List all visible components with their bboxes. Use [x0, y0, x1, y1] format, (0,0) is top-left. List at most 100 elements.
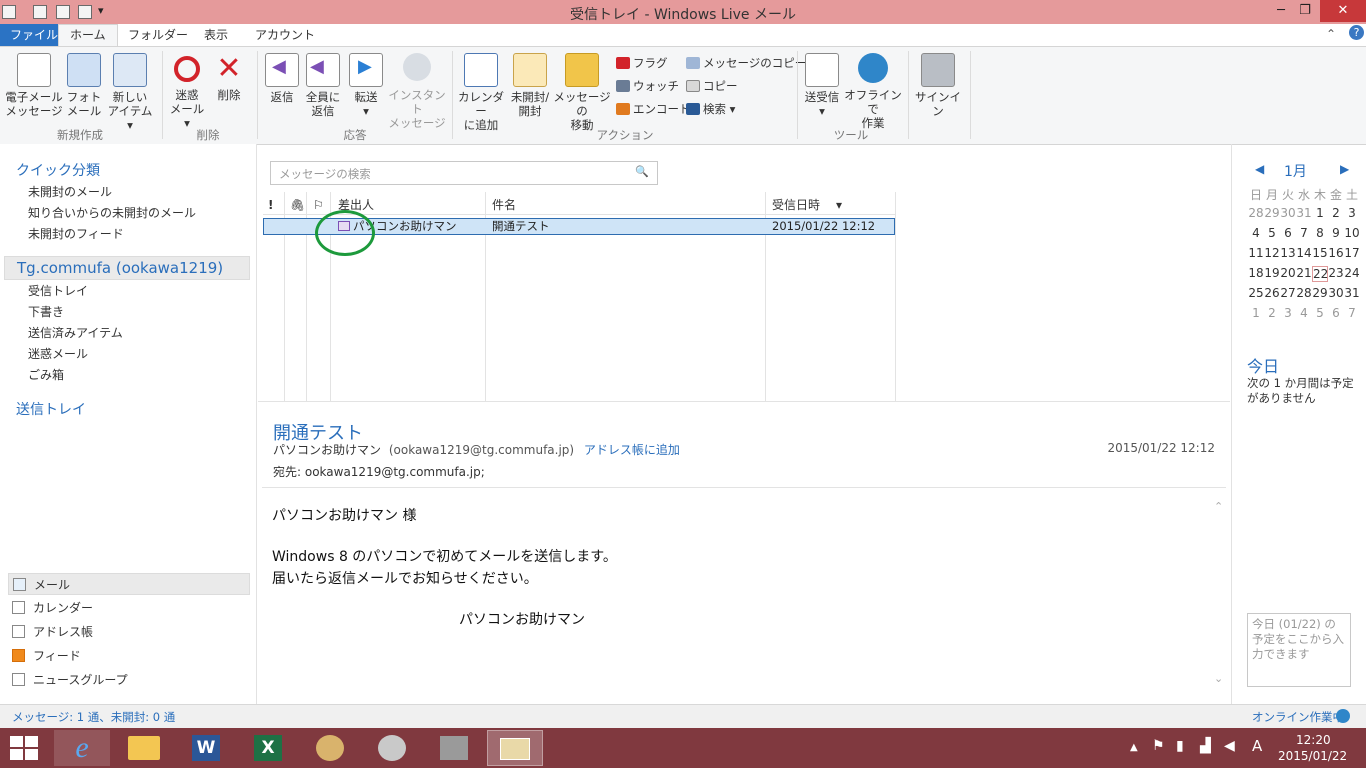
calendar-day[interactable]: 3	[1344, 206, 1360, 220]
folder-outbox[interactable]: 送信トレイ	[16, 399, 86, 419]
calendar-next-icon[interactable]: ▶	[1340, 162, 1349, 176]
tab-view[interactable]: 表示	[196, 24, 236, 46]
preview-from-name[interactable]: パソコンお助けマン	[273, 443, 381, 457]
calendar-day[interactable]: 21	[1296, 266, 1312, 280]
network-signal-icon[interactable]: ▟	[1200, 738, 1211, 754]
calendar-day[interactable]: 12	[1264, 246, 1280, 260]
nav-newsgroups[interactable]: ニュースグループ	[8, 669, 250, 691]
ime-indicator[interactable]: A	[1252, 737, 1262, 755]
calendar-day[interactable]: 5	[1312, 306, 1328, 320]
calendar-day[interactable]: 29	[1264, 206, 1280, 220]
copy-button[interactable]: コピー	[686, 76, 738, 96]
calendar-day[interactable]: 1	[1248, 306, 1264, 320]
instant-message-button[interactable]: インスタント メッセージ	[386, 53, 448, 130]
calendar-day[interactable]: 30	[1328, 286, 1344, 300]
nav-mail[interactable]: メール	[8, 573, 250, 595]
col-importance[interactable]: !	[268, 196, 273, 214]
calendar-day[interactable]: 24	[1344, 266, 1360, 280]
watch-button[interactable]: ウォッチ	[616, 76, 679, 96]
folder-sent-items[interactable]: 送信済みアイテム	[28, 324, 123, 341]
word-icon[interactable]: W	[178, 730, 234, 766]
calendar-day[interactable]: 10	[1344, 226, 1360, 240]
calendar-day[interactable]: 15	[1312, 246, 1328, 260]
windows-live-mail-taskbar-icon[interactable]	[487, 730, 543, 766]
clock-time[interactable]: 12:20	[1296, 733, 1331, 747]
col-flag[interactable]: ⚐	[313, 196, 324, 214]
calendar-day[interactable]: 7	[1296, 226, 1312, 240]
flag-button[interactable]: フラグ	[616, 53, 668, 73]
calendar-day[interactable]: 2	[1264, 306, 1280, 320]
calendar-day[interactable]: 30	[1280, 206, 1296, 220]
calendar-day[interactable]: 29	[1312, 286, 1328, 300]
calendar-day[interactable]: 7	[1344, 306, 1360, 320]
calendar-day[interactable]: 31	[1296, 206, 1312, 220]
calendar-day[interactable]: 20	[1280, 266, 1296, 280]
search-box[interactable]: 🔍	[270, 161, 658, 185]
add-to-calendar-button[interactable]: カレンダー に追加	[454, 53, 508, 132]
internet-explorer-icon[interactable]: e	[54, 730, 110, 766]
calendar-day[interactable]: 9	[1328, 226, 1344, 240]
nav-feeds[interactable]: フィード	[8, 645, 250, 667]
delete-button[interactable]: ✕ 削除	[210, 53, 248, 103]
col-date[interactable]: 受信日時	[772, 196, 820, 214]
maximize-button[interactable]: ❐	[1288, 0, 1322, 22]
pane-divider[interactable]	[1231, 144, 1232, 704]
folder-drafts[interactable]: 下書き	[28, 303, 64, 320]
excel-icon[interactable]: X	[240, 730, 296, 766]
volume-muted-icon[interactable]: ◀	[1224, 738, 1235, 754]
reply-button[interactable]: ◀ 返信	[262, 53, 302, 104]
calendar-day[interactable]: 27	[1280, 286, 1296, 300]
search-icon[interactable]: 🔍	[635, 165, 649, 178]
new-email-button[interactable]: 電子メール メッセージ	[4, 53, 64, 118]
quick-view-unread-mail[interactable]: 未開封のメール	[28, 183, 112, 200]
file-explorer-icon[interactable]	[116, 730, 172, 766]
snipping-tool-icon[interactable]	[364, 730, 420, 766]
forward-button[interactable]: ▶ 転送 ▾	[346, 53, 386, 118]
calendar-day-today[interactable]: 22	[1312, 266, 1328, 282]
scroll-up-icon[interactable]: ⌃	[1214, 500, 1223, 513]
quick-event-input[interactable]: 今日 (01/22) の予定をここから入力できます	[1247, 613, 1351, 687]
calendar-day[interactable]: 23	[1328, 266, 1344, 280]
pane-divider[interactable]	[256, 144, 257, 704]
col-attachment[interactable]: 🖇	[290, 196, 305, 214]
add-contact-link[interactable]: アドレス帳に追加	[584, 443, 680, 457]
nav-contacts[interactable]: アドレス帳	[8, 621, 250, 643]
work-offline-button[interactable]: オフラインで 作業	[844, 53, 902, 130]
scroll-down-icon[interactable]: ⌄	[1214, 672, 1223, 685]
calendar-day[interactable]: 13	[1280, 246, 1296, 260]
show-hidden-icons[interactable]: ▲	[1130, 742, 1138, 753]
move-to-button[interactable]: メッセージの 移動	[552, 53, 612, 132]
calendar-day[interactable]: 2	[1328, 206, 1344, 220]
encode-button[interactable]: エンコード	[616, 99, 691, 119]
calendar-day[interactable]: 17	[1344, 246, 1360, 260]
sort-down-icon[interactable]: ▾	[836, 196, 842, 214]
action-center-flag-icon[interactable]: ⚑	[1152, 738, 1165, 754]
calendar-day[interactable]: 14	[1296, 246, 1312, 260]
calendar-day[interactable]: 6	[1280, 226, 1296, 240]
quick-view-unread-contacts[interactable]: 知り合いからの未開封のメール	[28, 204, 196, 221]
calendar-day[interactable]: 28	[1296, 286, 1312, 300]
clock-date[interactable]: 2015/01/22	[1278, 749, 1347, 763]
folder-junk[interactable]: 迷惑メール	[28, 345, 88, 362]
tab-account[interactable]: アカウント	[247, 24, 323, 46]
new-items-button[interactable]: 新しい アイテム ▾	[104, 53, 156, 132]
collapse-ribbon-icon[interactable]: ⌃	[1326, 27, 1336, 41]
battery-icon[interactable]: ▮	[1176, 738, 1184, 754]
calendar-day[interactable]: 6	[1328, 306, 1344, 320]
quick-view-unread-feeds[interactable]: 未開封のフィード	[28, 225, 124, 242]
calendar-day[interactable]: 11	[1248, 246, 1264, 260]
start-button[interactable]	[10, 736, 38, 760]
calendar-day[interactable]: 19	[1264, 266, 1280, 280]
help-icon[interactable]: ?	[1349, 25, 1364, 40]
calendar-day[interactable]: 26	[1264, 286, 1280, 300]
calendar-day[interactable]: 4	[1248, 226, 1264, 240]
unread-read-button[interactable]: 未開封/ 開封	[508, 53, 552, 118]
account-header[interactable]: Tg.commufa (ookawa1219)	[4, 256, 250, 280]
find-button[interactable]: 検索 ▾	[686, 99, 735, 119]
app-grid-icon[interactable]	[426, 730, 482, 766]
search-input[interactable]	[277, 163, 631, 185]
calendar-day[interactable]: 31	[1344, 286, 1360, 300]
calendar-day[interactable]: 18	[1248, 266, 1264, 280]
photo-email-button[interactable]: フォト メール	[64, 53, 104, 118]
copy-to-button[interactable]: メッセージのコピー	[686, 53, 806, 73]
